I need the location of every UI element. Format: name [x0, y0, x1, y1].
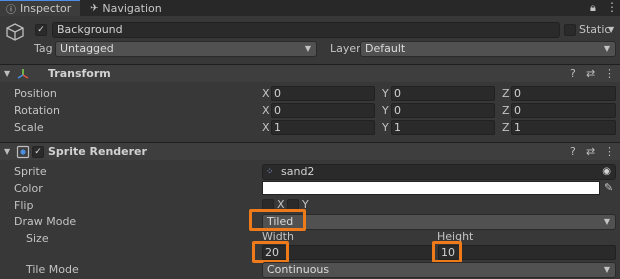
active-checkbox[interactable]: ✓ [35, 24, 47, 36]
axis-z-label: Z [502, 104, 510, 117]
scale-x-field[interactable]: 1 [271, 120, 375, 135]
sprite-renderer-title: Sprite Renderer [48, 145, 147, 158]
flip-label: Flip [14, 199, 34, 212]
navigation-icon: ✈ [90, 2, 99, 14]
chevron-down-icon: ▼ [304, 44, 311, 53]
axis-z-label: Z [502, 87, 510, 100]
size-height-field[interactable]: 10 [438, 245, 616, 260]
tile-mode-dropdown[interactable]: Continuous ▼ [262, 262, 616, 278]
draw-mode-highlight [249, 209, 306, 231]
sprite-value: sand2 [281, 165, 315, 178]
gameobject-cube-icon [6, 23, 24, 41]
scale-z-field[interactable]: 1 [511, 120, 616, 135]
tag-dropdown[interactable]: Untagged ▼ [55, 41, 317, 57]
preset-icon[interactable]: ⇄ [586, 145, 595, 158]
position-x-field[interactable]: 0 [271, 86, 375, 101]
object-picker-icon[interactable]: ◉ [602, 165, 611, 179]
help-icon[interactable]: ? [570, 145, 576, 158]
rotation-y-field[interactable]: 0 [391, 103, 495, 118]
axis-z-label: Z [502, 121, 510, 134]
object-name-field[interactable]: Background [52, 22, 560, 38]
static-dropdown-icon[interactable]: ▼ [608, 25, 614, 34]
tab-inspector[interactable]: ⓘ Inspector [0, 0, 80, 16]
sprite-label: Sprite [14, 165, 47, 178]
position-z-field[interactable]: 0 [511, 86, 616, 101]
tab-navigation[interactable]: ✈ Navigation [84, 0, 174, 16]
more-menu-icon[interactable]: ⋮ [606, 0, 618, 14]
axis-x-label: X [262, 87, 270, 100]
info-icon: ⓘ [6, 5, 16, 16]
sprite-renderer-header[interactable]: ▼ ✓ Sprite Renderer ? ⇄ ⋮ [0, 142, 620, 160]
tile-mode-label: Tile Mode [26, 263, 79, 276]
height-highlight [432, 241, 462, 263]
axis-y-label: Y [382, 121, 389, 134]
color-label: Color [14, 182, 43, 195]
chevron-down-icon: ▼ [603, 265, 610, 274]
sprite-renderer-enabled-checkbox[interactable]: ✓ [32, 146, 44, 158]
context-menu-icon[interactable]: ⋮ [604, 145, 615, 158]
lock-icon[interactable]: 🔒︎ [590, 1, 596, 15]
static-checkbox[interactable] [564, 24, 576, 36]
draw-mode-dropdown[interactable]: Tiled ▼ [262, 214, 616, 230]
scale-label: Scale [14, 121, 44, 134]
size-label: Size [26, 232, 49, 245]
rotation-label: Rotation [14, 104, 61, 117]
rotation-z-field[interactable]: 0 [511, 103, 616, 118]
color-swatch[interactable] [262, 181, 600, 195]
transform-title: Transform [48, 67, 111, 80]
width-highlight [252, 241, 289, 263]
foldout-arrow-icon[interactable]: ▼ [4, 147, 10, 156]
position-y-field[interactable]: 0 [391, 86, 495, 101]
tab-bar: ⓘ Inspector ✈ Navigation 🔒︎ ⋮ [0, 0, 620, 16]
tab-navigation-label: Navigation [102, 1, 162, 15]
foldout-arrow-icon[interactable]: ▼ [4, 69, 10, 78]
chevron-down-icon: ▼ [603, 44, 610, 53]
axis-y-label: Y [382, 104, 389, 117]
sprite-object-field[interactable]: ⁘ sand2 ◉ [262, 164, 616, 180]
axis-x-label: X [262, 121, 270, 134]
tag-label: Tag [34, 42, 53, 55]
layer-value: Default [365, 42, 406, 55]
help-icon[interactable]: ? [570, 67, 576, 80]
context-menu-icon[interactable]: ⋮ [604, 67, 615, 80]
static-label: Static [579, 23, 611, 36]
layer-label: Layer [330, 42, 361, 55]
transform-header[interactable]: ▼ Transform ? ⇄ ⋮ [0, 64, 620, 82]
position-label: Position [14, 87, 57, 100]
sprite-renderer-icon [16, 145, 30, 159]
scale-y-field[interactable]: 1 [391, 120, 495, 135]
layer-dropdown[interactable]: Default ▼ [360, 41, 616, 57]
preset-icon[interactable]: ⇄ [586, 67, 595, 80]
tag-value: Untagged [60, 42, 114, 55]
eyedropper-icon[interactable]: ✎ [604, 181, 613, 194]
axis-y-label: Y [382, 87, 389, 100]
draw-mode-label: Draw Mode [14, 215, 77, 228]
chevron-down-icon: ▼ [603, 217, 610, 226]
tile-mode-value: Continuous [267, 263, 330, 276]
axis-x-label: X [262, 104, 270, 117]
transform-axes-icon [17, 69, 29, 79]
tab-inspector-label: Inspector [20, 2, 72, 15]
sprite-asset-icon: ⁘ [266, 167, 274, 177]
rotation-x-field[interactable]: 0 [271, 103, 375, 118]
